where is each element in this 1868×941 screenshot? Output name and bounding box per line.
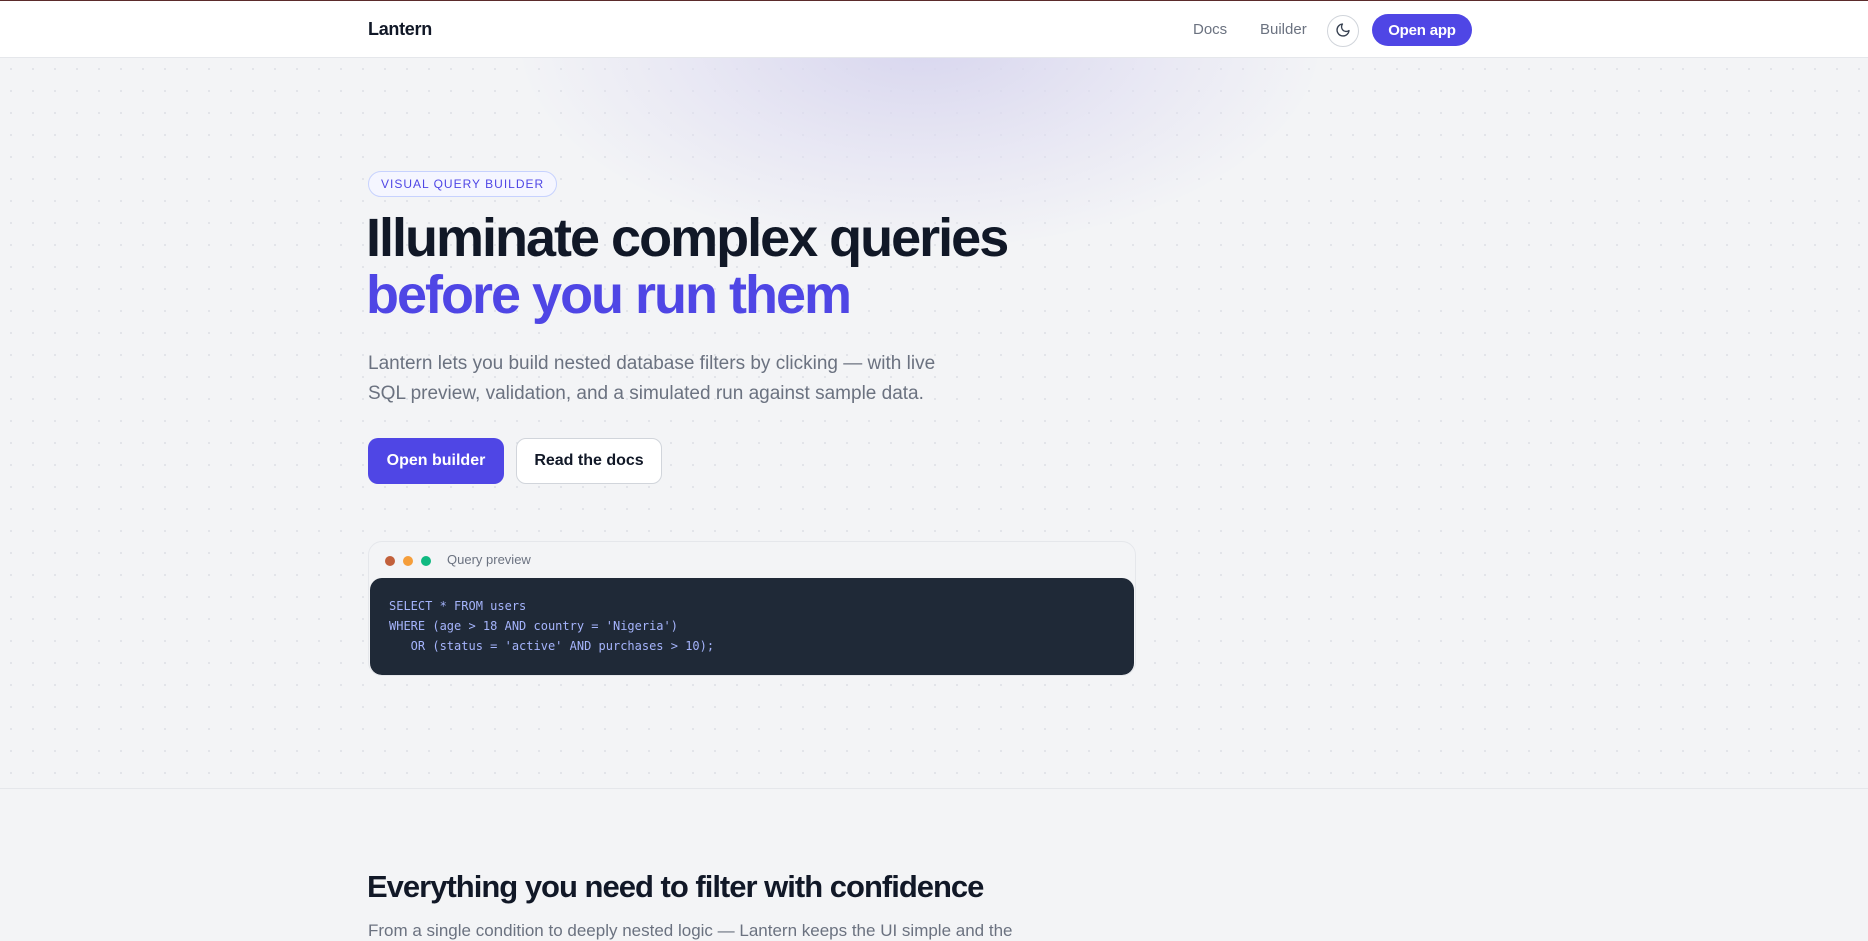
headline-line-1: Illuminate complex queries	[366, 208, 1009, 268]
features-title: Everything you need to filter with confi…	[367, 869, 984, 904]
read-docs-button[interactable]: Read the docs	[516, 438, 662, 484]
moon-icon	[1335, 22, 1351, 41]
hero-subtitle: Lantern lets you build nested database f…	[368, 353, 936, 404]
preview-titlebar: Query preview	[369, 542, 1135, 578]
site-header: Lantern Docs Builder Open app	[0, 1, 1868, 58]
hero-badge: VISUAL QUERY BUILDER	[368, 171, 558, 197]
brand-logo[interactable]: Lantern	[368, 19, 432, 40]
nav-builder-link[interactable]: Builder	[1260, 21, 1307, 38]
sql-code-block: SELECT * FROM users WHERE (age > 18 AND …	[370, 578, 1134, 675]
features-subtitle: From a single condition to deeply nested…	[368, 921, 1013, 940]
open-builder-button[interactable]: Open builder	[368, 438, 504, 484]
preview-title: Query preview	[447, 552, 531, 567]
nav-docs-link[interactable]: Docs	[1193, 21, 1227, 38]
open-app-button[interactable]: Open app	[1372, 14, 1472, 46]
headline-line-2: before you run them	[366, 265, 852, 325]
theme-toggle-button[interactable]	[1327, 15, 1359, 47]
window-dot-red	[385, 556, 395, 566]
query-preview-window: Query preview SELECT * FROM users WHERE …	[368, 541, 1136, 676]
hero-headline: Illuminate complex queries before you ru…	[366, 208, 1009, 325]
window-dot-orange	[403, 556, 413, 566]
window-dot-green	[421, 556, 431, 566]
hero-section: VISUAL QUERY BUILDER Illuminate complex …	[0, 58, 1868, 789]
